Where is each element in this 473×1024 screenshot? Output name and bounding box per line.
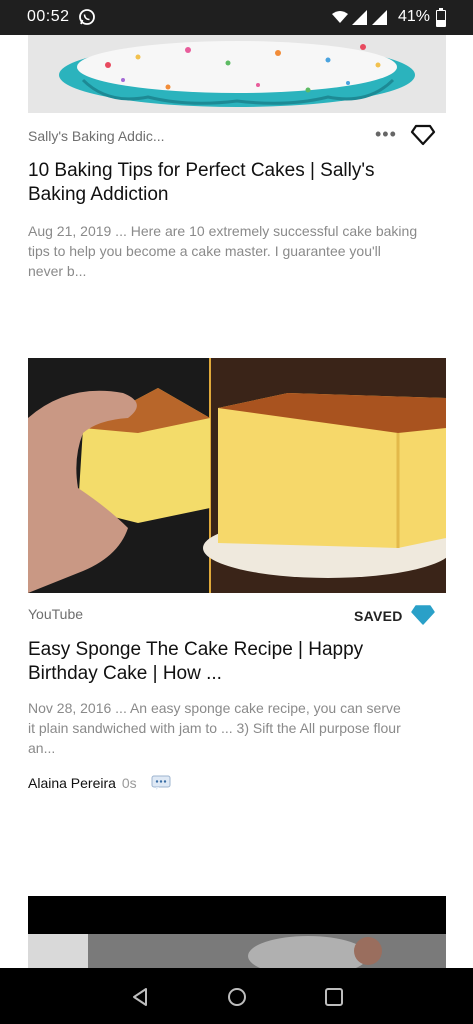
- save-diamond-icon[interactable]: [410, 124, 436, 146]
- more-options-icon[interactable]: •••: [375, 124, 397, 145]
- author-name: Alaina Pereira: [28, 775, 116, 791]
- wifi-icon: [332, 11, 348, 23]
- result-title[interactable]: Easy Sponge The Cake Recipe | Happy Birt…: [28, 638, 428, 686]
- comment-icon[interactable]: [151, 775, 171, 791]
- signal-icon: [352, 10, 367, 25]
- author-line: Alaina Pereira 0s: [28, 775, 137, 791]
- back-icon[interactable]: [129, 986, 151, 1008]
- recent-apps-icon[interactable]: [323, 986, 345, 1008]
- battery-icon: [436, 8, 446, 27]
- saved-label: SAVED: [354, 608, 403, 624]
- result-image-sponge-cake[interactable]: [28, 358, 446, 593]
- whatsapp-icon: [79, 9, 95, 25]
- status-time: 00:52: [27, 8, 70, 25]
- result-snippet: Nov 28, 2016 ... An easy sponge cake rec…: [28, 700, 401, 756]
- result-source: YouTube: [28, 606, 84, 622]
- author-time: 0s: [121, 775, 137, 791]
- home-icon[interactable]: [226, 986, 248, 1008]
- saved-diamond-icon[interactable]: [410, 604, 436, 626]
- result-source: Sally's Baking Addic...: [28, 128, 165, 144]
- result-title[interactable]: 10 Baking Tips for Perfect Cakes | Sally…: [28, 159, 428, 207]
- result-snippet: Aug 21, 2019 ... Here are 10 extremely s…: [28, 223, 418, 279]
- status-bar: 00:52 41%: [0, 0, 473, 35]
- battery-percent: 41%: [398, 8, 431, 25]
- result-image-cake-top[interactable]: [28, 35, 446, 113]
- signal-icon-2: [372, 10, 387, 25]
